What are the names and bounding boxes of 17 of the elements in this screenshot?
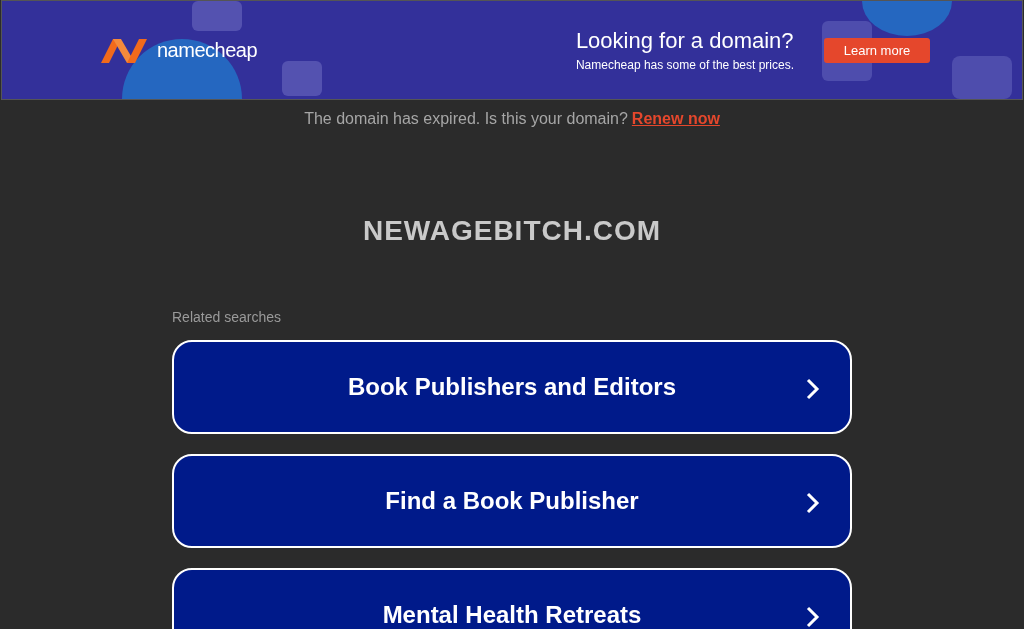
chevron-right-icon bbox=[806, 378, 820, 400]
search-link[interactable]: Mental Health Retreats bbox=[172, 568, 852, 629]
ad-subline: Namecheap has some of the best prices. bbox=[575, 58, 794, 72]
ad-headline: Looking for a domain? bbox=[575, 28, 794, 54]
domain-title: NEWAGEBITCH.COM bbox=[362, 215, 662, 247]
decoration-shape bbox=[282, 61, 322, 96]
chevron-right-icon bbox=[806, 606, 820, 628]
learn-more-button[interactable]: Learn more bbox=[824, 37, 930, 63]
decoration-shape bbox=[952, 56, 1012, 99]
expired-notice: The domain has expired. Is this your domain? bbox=[304, 110, 628, 127]
renew-link[interactable]: Renew now bbox=[631, 110, 720, 127]
section-heading: Related searches bbox=[172, 309, 281, 325]
search-link[interactable]: Book Publishers and Editors bbox=[172, 340, 852, 434]
chevron-right-icon bbox=[806, 492, 820, 514]
brand-name: namecheap bbox=[157, 38, 258, 62]
search-link[interactable]: Find a Book Publisher bbox=[172, 454, 852, 548]
decoration-shape bbox=[192, 1, 242, 31]
